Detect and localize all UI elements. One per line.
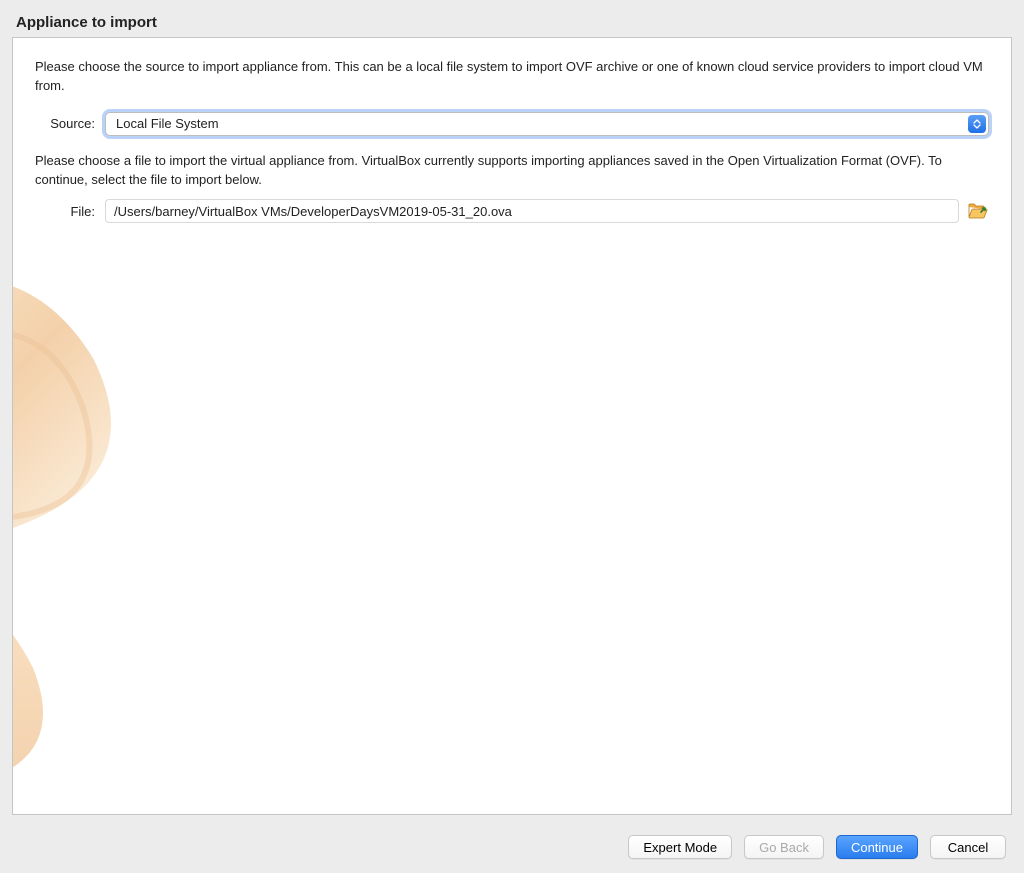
background-decor xyxy=(12,268,233,788)
file-description: Please choose a file to import the virtu… xyxy=(35,152,989,190)
button-bar: Expert Mode Go Back Continue Cancel xyxy=(628,835,1006,859)
continue-button[interactable]: Continue xyxy=(836,835,918,859)
chevron-up-down-icon xyxy=(968,115,986,133)
folder-open-icon xyxy=(968,202,988,220)
go-back-button[interactable]: Go Back xyxy=(744,835,824,859)
source-label: Source: xyxy=(35,116,105,131)
expert-mode-button[interactable]: Expert Mode xyxy=(628,835,732,859)
source-select-value: Local File System xyxy=(116,116,219,131)
file-row: File: xyxy=(35,199,989,223)
file-label: File: xyxy=(35,204,105,219)
source-row: Source: Local File System xyxy=(35,112,989,136)
file-path-input[interactable] xyxy=(105,199,959,223)
intro-text: Please choose the source to import appli… xyxy=(35,58,989,96)
main-panel: Please choose the source to import appli… xyxy=(12,37,1012,815)
source-select[interactable]: Local File System xyxy=(105,112,989,136)
cancel-button[interactable]: Cancel xyxy=(930,835,1006,859)
page-title: Appliance to import xyxy=(0,0,1024,37)
browse-file-button[interactable] xyxy=(967,201,989,221)
